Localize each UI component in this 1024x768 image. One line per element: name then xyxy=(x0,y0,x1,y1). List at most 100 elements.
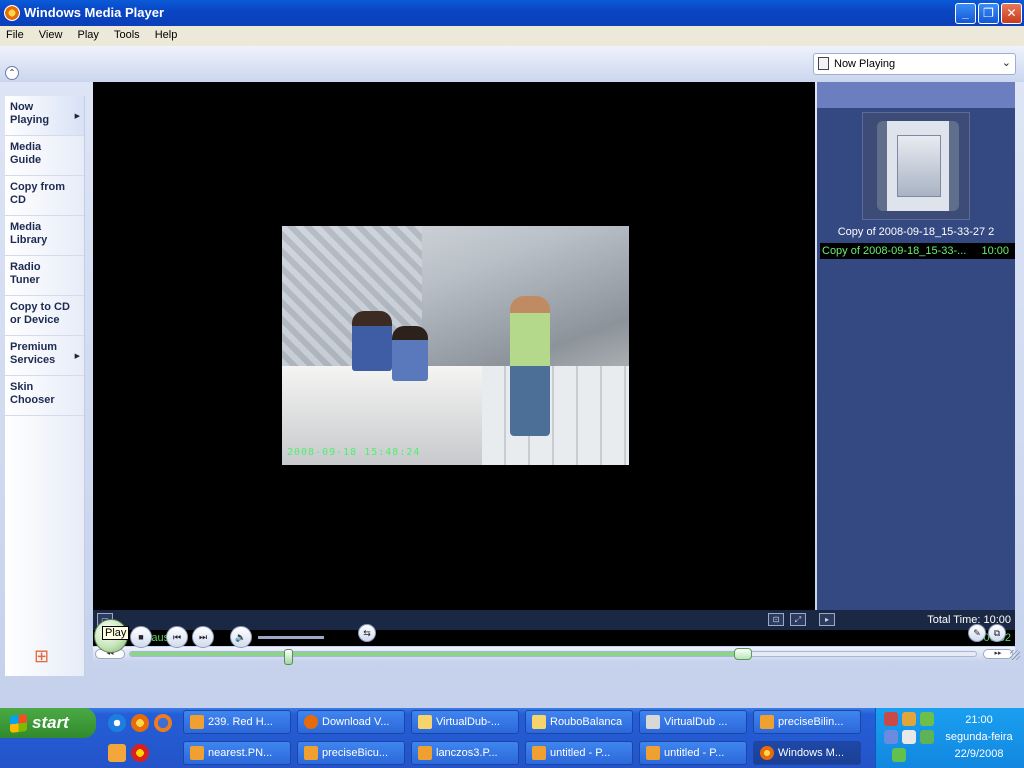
task-app-icon xyxy=(760,715,774,729)
nav-arrow-icon: ▶ xyxy=(74,353,80,360)
task-button[interactable]: nearest.PN... xyxy=(183,741,291,765)
tray-app-icon[interactable] xyxy=(920,730,934,744)
task-button[interactable]: untitled - P... xyxy=(525,741,633,765)
restore-button[interactable]: ❐ xyxy=(978,3,999,24)
film-strip-icon xyxy=(877,121,959,211)
nav-label-line1: Skin xyxy=(10,381,34,393)
close-button[interactable]: ✕ xyxy=(1001,3,1022,24)
play-tooltip: Play xyxy=(102,626,130,640)
internet-explorer-icon[interactable] xyxy=(108,714,126,732)
menu-file[interactable]: File xyxy=(0,26,30,41)
task-label: nearest.PN... xyxy=(208,747,273,759)
folder-icon xyxy=(532,715,546,729)
firefox-icon[interactable] xyxy=(154,714,172,732)
clock-date: 22/9/2008 xyxy=(954,748,1004,760)
nav-skin-chooser[interactable]: Skin Chooser xyxy=(5,376,84,416)
task-button[interactable]: Download V... xyxy=(297,710,405,734)
media-player-quicklaunch-icon[interactable] xyxy=(131,714,149,732)
clock[interactable]: 21:00 segunda-feira 22/9/2008 xyxy=(934,712,1024,763)
task-button[interactable]: preciseBilin... xyxy=(753,710,861,734)
windows-taskbar: start 239. Red H... Download V... Virtua… xyxy=(0,708,1024,768)
menu-view[interactable]: View xyxy=(33,26,69,41)
player-frame: ⌃ Now Playing ⌄ Now Playing ▶ Media Guid… xyxy=(0,46,1024,708)
nav-label-line2: Chooser xyxy=(10,394,55,406)
task-button-active[interactable]: Windows M... xyxy=(753,741,861,765)
nav-copy-from-cd[interactable]: Copy from CD xyxy=(5,176,84,216)
media-player-icon xyxy=(760,746,774,760)
now-playing-dropdown[interactable]: Now Playing ⌄ xyxy=(813,53,1016,75)
menu-play[interactable]: Play xyxy=(72,26,105,41)
resize-grip[interactable] xyxy=(1010,650,1020,660)
task-label: Download V... xyxy=(322,716,390,728)
top-strip: ⌃ Now Playing ⌄ xyxy=(0,46,1024,82)
media-player-icon[interactable] xyxy=(4,5,20,21)
windows-flag-icon xyxy=(10,714,27,733)
window-title: Windows Media Player xyxy=(24,5,165,20)
task-button[interactable]: lanczos3.P... xyxy=(411,741,519,765)
playlist-item[interactable]: Copy of 2008-09-18_15-33-... 10:00 xyxy=(820,243,1015,259)
tray-app-icon[interactable] xyxy=(902,712,916,726)
stop-button[interactable]: ■ xyxy=(130,626,152,648)
playlist-pane: Copy of 2008-09-18_15-33-27 2 Copy of 20… xyxy=(817,82,1015,610)
task-button[interactable]: RouboBalanca xyxy=(525,710,633,734)
task-label: untitled - P... xyxy=(550,747,611,759)
volume-handle[interactable] xyxy=(283,649,293,665)
gear-icon xyxy=(646,715,660,729)
task-app-icon xyxy=(532,746,546,760)
task-button[interactable]: VirtualDub-... xyxy=(411,710,519,734)
playlist-item-name: Copy of 2008-09-18_15-33-... xyxy=(822,245,967,257)
app-quicklaunch-icon[interactable] xyxy=(108,744,126,762)
now-playing-dropdown-label: Now Playing xyxy=(834,58,896,70)
nav-label-line1: Now xyxy=(10,101,34,113)
tray-app-icon[interactable] xyxy=(902,730,916,744)
minimize-button[interactable]: _ xyxy=(955,3,976,24)
video-frame: 2008-09-18 15:48:24 xyxy=(282,226,629,465)
clock-day: segunda-feira xyxy=(945,731,1013,743)
shuffle-button[interactable]: ⇆ xyxy=(358,624,376,642)
mute-button[interactable]: 🔈 xyxy=(230,626,252,648)
nav-label-line2: CD xyxy=(10,194,26,206)
folder-icon xyxy=(418,715,432,729)
task-label: lanczos3.P... xyxy=(436,747,498,759)
playlist-icon xyxy=(818,57,829,70)
task-button[interactable]: untitled - P... xyxy=(639,741,747,765)
network-icon[interactable] xyxy=(884,730,898,744)
task-button[interactable]: 239. Red H... xyxy=(183,710,291,734)
task-button[interactable]: VirtualDub ... xyxy=(639,710,747,734)
start-label: start xyxy=(32,713,69,732)
nav-media-guide[interactable]: Media Guide xyxy=(5,136,84,176)
video-scene-floor xyxy=(482,366,629,465)
nav-premium-services[interactable]: Premium Services ▶ xyxy=(5,336,84,376)
previous-button[interactable]: ⏮ xyxy=(166,626,188,648)
menu-help[interactable]: Help xyxy=(149,26,184,41)
antivirus-icon[interactable] xyxy=(131,744,149,762)
task-app-icon xyxy=(304,715,318,729)
task-app-icon xyxy=(190,715,204,729)
system-tray: 21:00 segunda-feira 22/9/2008 xyxy=(875,708,1024,768)
playlist-item-duration: 10:00 xyxy=(981,245,1009,257)
nav-copy-to-cd[interactable]: Copy to CD or Device xyxy=(5,296,84,336)
tray-app-icon[interactable] xyxy=(920,712,934,726)
volume-slider[interactable] xyxy=(258,636,324,665)
task-label: preciseBicu... xyxy=(322,747,389,759)
task-button[interactable]: preciseBicu... xyxy=(297,741,405,765)
nav-label-line2: Library xyxy=(10,234,48,246)
hide-taskbar-button[interactable]: ⌃ xyxy=(5,66,19,80)
menu-tools[interactable]: Tools xyxy=(108,26,146,41)
start-button[interactable]: start xyxy=(0,708,96,738)
nvidia-icon[interactable] xyxy=(892,748,906,762)
equalizer-icon[interactable]: ✎ xyxy=(968,624,986,642)
tray-app-icon[interactable] xyxy=(884,712,898,726)
nav-label-line1: Media xyxy=(10,141,42,153)
task-label: preciseBilin... xyxy=(778,716,844,728)
chevron-down-icon: ⌄ xyxy=(1001,57,1011,69)
nav-label-line1: Copy from xyxy=(10,181,65,193)
video-area[interactable]: 2008-09-18 15:48:24 xyxy=(93,82,815,610)
nav-now-playing[interactable]: Now Playing ▶ xyxy=(5,96,84,136)
next-button[interactable]: ⏭ xyxy=(192,626,214,648)
task-app-icon xyxy=(418,746,432,760)
nav-media-library[interactable]: Media Library xyxy=(5,216,84,256)
nav-radio-tuner[interactable]: Radio Tuner xyxy=(5,256,84,296)
skin-mode-icon[interactable]: ⧉ xyxy=(988,624,1006,642)
video-scene-person xyxy=(392,326,428,381)
